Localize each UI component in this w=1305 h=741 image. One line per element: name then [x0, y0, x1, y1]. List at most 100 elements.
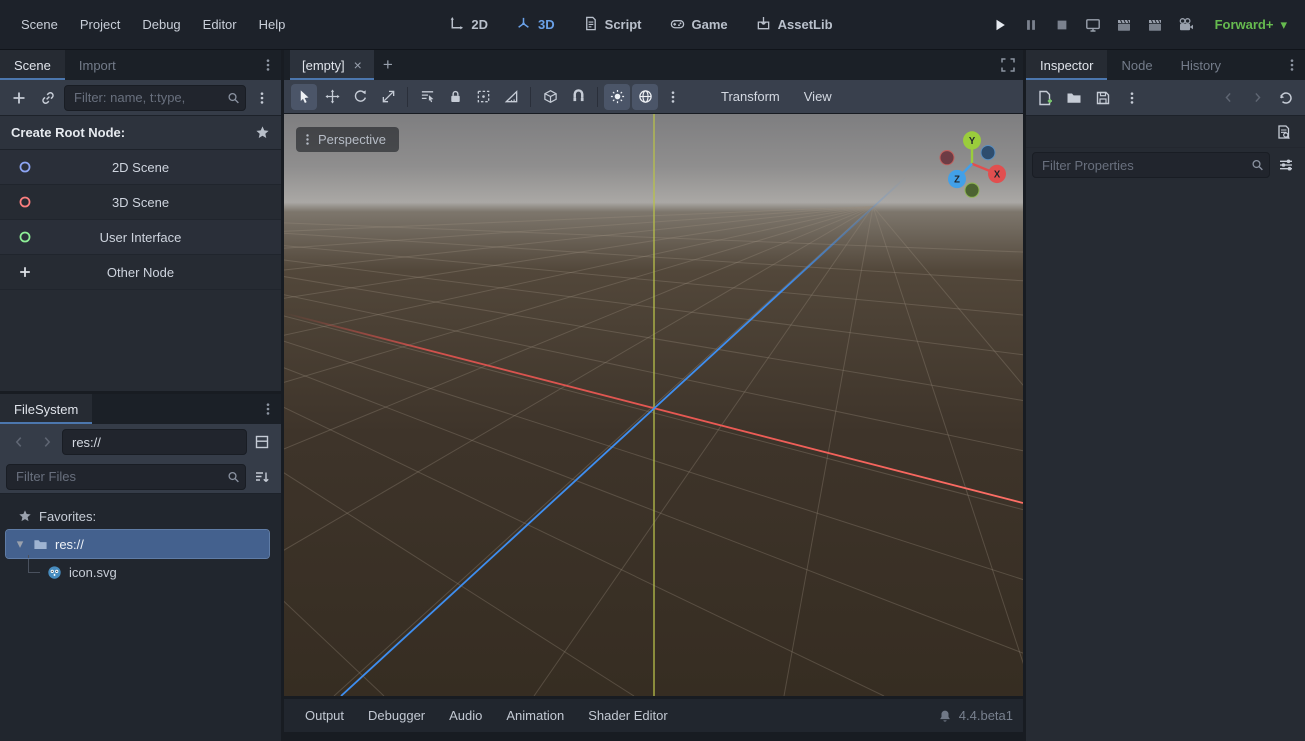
- bottom-tab-debugger[interactable]: Debugger: [357, 702, 436, 729]
- lock-button[interactable]: [442, 84, 468, 110]
- gizmo-y-label: Y: [969, 136, 976, 147]
- workspace-script-label: Script: [605, 17, 642, 32]
- local-space-button[interactable]: [537, 84, 563, 110]
- save-resource-button[interactable]: [1090, 85, 1116, 111]
- movie-maker-button[interactable]: [1172, 11, 1200, 39]
- stop-button[interactable]: [1048, 11, 1076, 39]
- preview-sun-button[interactable]: [604, 84, 630, 110]
- pause-button[interactable]: [1017, 11, 1045, 39]
- preview-environment-button[interactable]: [632, 84, 658, 110]
- preview-options-button[interactable]: [660, 84, 686, 110]
- workspace-script[interactable]: Script: [571, 10, 654, 40]
- filter-properties-input[interactable]: [1032, 152, 1270, 178]
- tab-scene[interactable]: Scene: [0, 50, 65, 80]
- tab-history[interactable]: History: [1167, 50, 1235, 80]
- menu-project[interactable]: Project: [69, 10, 131, 39]
- tab-filesystem[interactable]: FileSystem: [0, 394, 92, 424]
- filter-files-field: [6, 464, 246, 490]
- gizmo-neg-y-ball[interactable]: [965, 183, 979, 197]
- create-3d-scene-button[interactable]: 3D Scene: [0, 185, 281, 220]
- group-button[interactable]: [470, 84, 496, 110]
- create-2d-scene-button[interactable]: 2D Scene: [0, 150, 281, 185]
- favorites-row[interactable]: Favorites:: [4, 502, 277, 530]
- res-root-folder-row[interactable]: ▾ res://: [6, 530, 269, 558]
- object-history-button[interactable]: [1273, 85, 1299, 111]
- play-scene-button[interactable]: [1110, 11, 1138, 39]
- menu-scene[interactable]: Scene: [10, 10, 69, 39]
- open-documentation-button[interactable]: [1271, 119, 1297, 145]
- list-select-button[interactable]: [414, 84, 440, 110]
- scene-tabs-bar: [empty] × +: [284, 50, 1023, 80]
- nav-back-button[interactable]: [6, 429, 32, 455]
- tab-node[interactable]: Node: [1107, 50, 1166, 80]
- history-back-button[interactable]: [1215, 85, 1241, 111]
- workspace-2d[interactable]: 2D: [437, 10, 500, 40]
- chevron-down-icon: ▾: [1280, 17, 1287, 33]
- nav-forward-button[interactable]: [34, 429, 60, 455]
- toggle-split-mode-button[interactable]: [249, 429, 275, 455]
- select-mode-button[interactable]: [291, 84, 317, 110]
- bottom-panel-bar: Output Debugger Audio Animation Shader E…: [284, 696, 1023, 732]
- bottom-tab-output[interactable]: Output: [294, 702, 355, 729]
- snap-button[interactable]: [565, 84, 591, 110]
- ruler-button[interactable]: [498, 84, 524, 110]
- gizmo-neg-x-ball[interactable]: [940, 151, 954, 165]
- create-other-node-button[interactable]: Other Node: [0, 255, 281, 290]
- resource-options-button[interactable]: [1119, 85, 1145, 111]
- file-sort-button[interactable]: [249, 464, 275, 490]
- menu-debug[interactable]: Debug: [131, 10, 191, 39]
- transform-menu-button[interactable]: Transform: [710, 84, 791, 109]
- spatial-toolbar: Transform View: [284, 80, 1023, 114]
- search-icon: [227, 91, 240, 104]
- create-root-node-header: Create Root Node:: [0, 116, 281, 150]
- main-editor-area: [empty] × +: [284, 50, 1023, 741]
- add-node-button[interactable]: [6, 85, 32, 111]
- notifications-bell-icon[interactable]: [938, 709, 952, 723]
- load-resource-button[interactable]: [1061, 85, 1087, 111]
- 3d-viewport[interactable]: Y X Z Perspective: [284, 114, 1023, 696]
- collapse-caret-icon[interactable]: ▾: [14, 536, 26, 552]
- filesystem-dock-menu-button[interactable]: [255, 394, 281, 424]
- history-forward-button[interactable]: [1244, 85, 1270, 111]
- scene-tab-empty[interactable]: [empty] ×: [290, 50, 374, 80]
- workspace-game[interactable]: Game: [658, 10, 740, 40]
- play-button[interactable]: [986, 11, 1014, 39]
- new-resource-button[interactable]: [1032, 85, 1058, 111]
- scale-mode-button[interactable]: [375, 84, 401, 110]
- view-menu-button[interactable]: View: [793, 84, 843, 109]
- perspective-menu-button[interactable]: Perspective: [296, 127, 399, 152]
- tab-inspector[interactable]: Inspector: [1026, 50, 1107, 80]
- menu-help[interactable]: Help: [248, 10, 297, 39]
- play-custom-scene-button[interactable]: [1141, 11, 1169, 39]
- favorites-star-icon[interactable]: [255, 125, 270, 140]
- filter-files-input[interactable]: [6, 464, 246, 490]
- inspector-dock-menu-button[interactable]: [1279, 50, 1305, 80]
- control-circle-icon: [18, 230, 32, 244]
- menu-editor[interactable]: Editor: [192, 10, 248, 39]
- 3d-icon: [516, 16, 531, 34]
- instance-scene-button[interactable]: [35, 85, 61, 111]
- create-user-interface-button[interactable]: User Interface: [0, 220, 281, 255]
- file-row-icon-svg[interactable]: icon.svg: [4, 558, 277, 586]
- bottom-tab-animation[interactable]: Animation: [495, 702, 575, 729]
- workspace-switcher: 2D 3D Script Game: [437, 10, 844, 40]
- expand-viewport-button[interactable]: [993, 50, 1023, 80]
- move-mode-button[interactable]: [319, 84, 345, 110]
- filter-nodes-input[interactable]: [64, 85, 246, 111]
- current-path-input[interactable]: [62, 429, 247, 455]
- scene-tree-options-button[interactable]: [249, 85, 275, 111]
- new-scene-tab-button[interactable]: +: [374, 50, 402, 80]
- workspace-2d-label: 2D: [471, 17, 488, 32]
- remote-debug-button[interactable]: [1079, 11, 1107, 39]
- rotate-mode-button[interactable]: [347, 84, 373, 110]
- close-tab-icon[interactable]: ×: [354, 58, 362, 72]
- bottom-tab-audio[interactable]: Audio: [438, 702, 493, 729]
- scene-dock-menu-button[interactable]: [255, 50, 281, 80]
- renderer-dropdown[interactable]: Forward+ ▾: [1203, 11, 1295, 39]
- tab-import[interactable]: Import: [65, 50, 130, 80]
- gizmo-neg-z-ball[interactable]: [981, 145, 995, 159]
- property-tools-button[interactable]: [1273, 152, 1299, 178]
- workspace-3d[interactable]: 3D: [504, 10, 567, 40]
- bottom-tab-shader-editor[interactable]: Shader Editor: [577, 702, 679, 729]
- workspace-assetlib[interactable]: AssetLib: [744, 10, 845, 40]
